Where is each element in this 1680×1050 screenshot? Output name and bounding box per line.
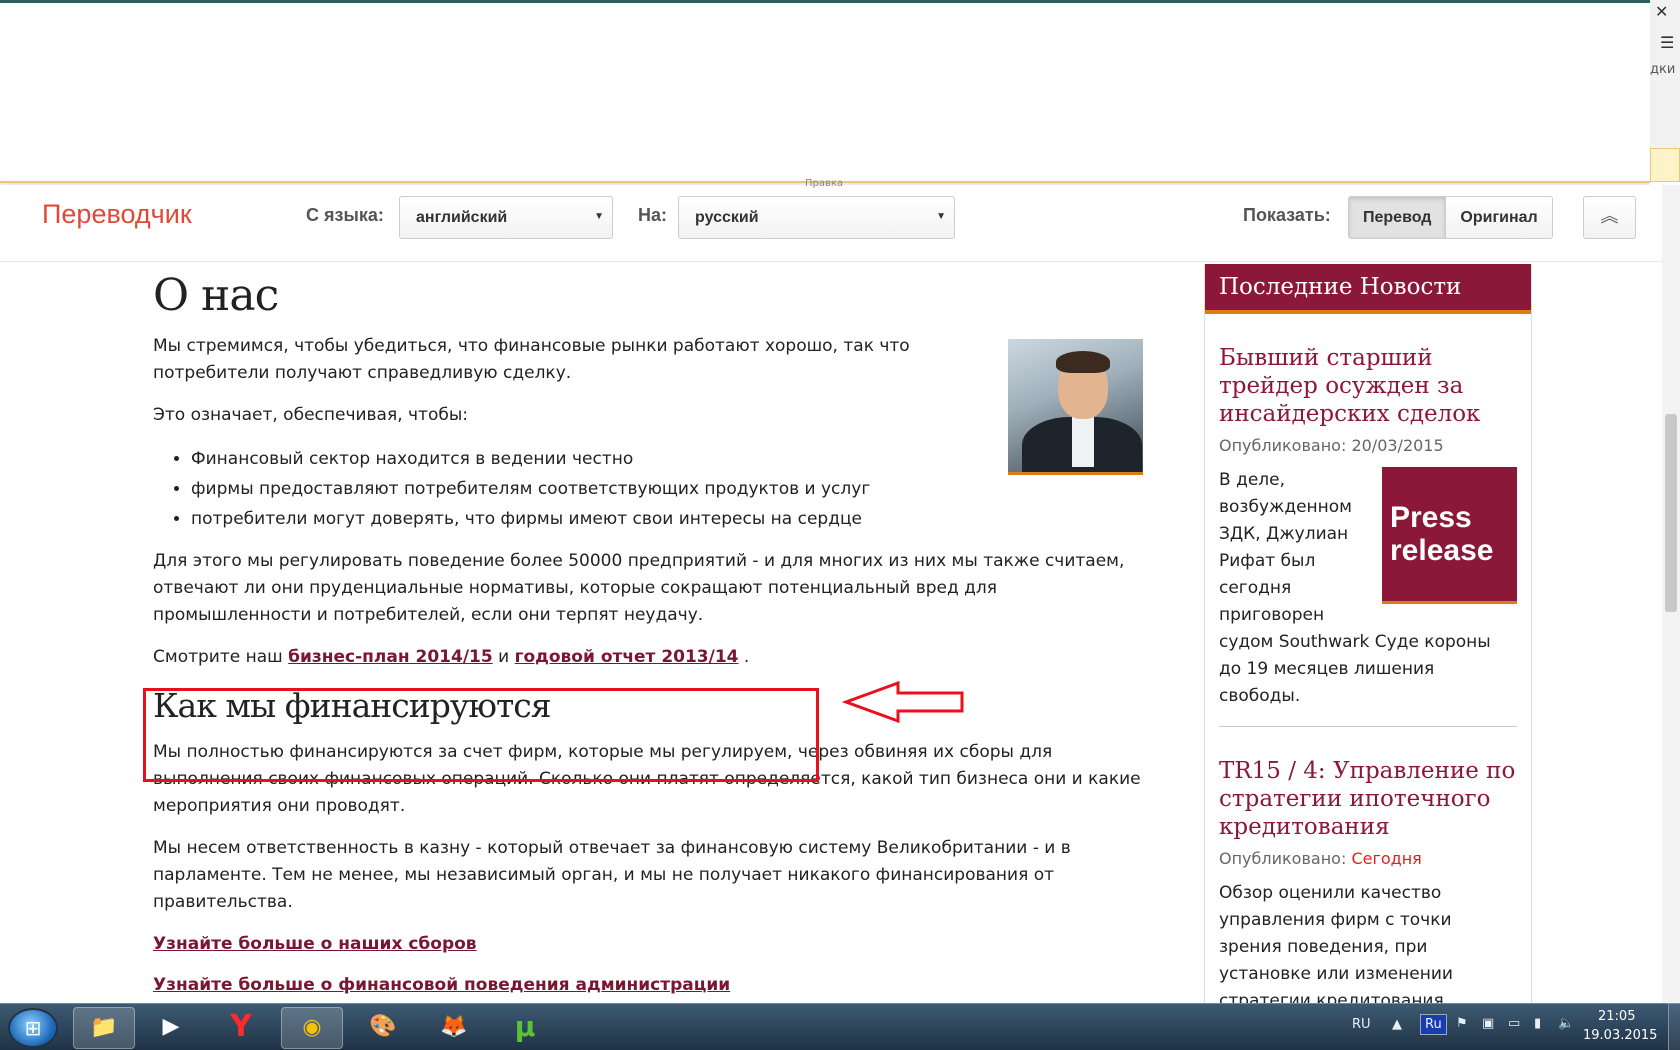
- sidebar-heading: Последние Новости: [1205, 264, 1531, 314]
- show-label: Показать:: [1243, 205, 1331, 225]
- firefox-app-icon[interactable]: 🦊: [423, 1007, 485, 1049]
- main-content: О нас Мы стремимся, чтобы убедиться, что…: [153, 270, 1143, 1014]
- translator-bar: Переводчик С языка: английский ▼ На: рус…: [0, 185, 1680, 262]
- annotation-arrow-icon: [841, 680, 964, 724]
- notification-tab: [1650, 148, 1680, 182]
- annual-report-link[interactable]: годовой отчет 2013/14: [515, 647, 739, 667]
- businessman-photo: [1008, 339, 1143, 475]
- press-release-badge[interactable]: Press release: [1382, 467, 1517, 604]
- show-desktop-button[interactable]: [1668, 1003, 1680, 1050]
- news-title-link[interactable]: TR15 / 4: Управление по стратегии ипотеч…: [1219, 757, 1517, 841]
- windows-start-icon[interactable]: ⊞: [8, 1008, 58, 1048]
- news-item: TR15 / 4: Управление по стратегии ипотеч…: [1205, 757, 1531, 1015]
- admin-link[interactable]: Узнайте больше о финансовой поведения ад…: [153, 975, 730, 995]
- see-suffix: .: [743, 647, 750, 667]
- goals-list: Финансовый сектор находится в ведении че…: [191, 444, 1143, 534]
- chrome-app-icon[interactable]: ◉: [281, 1007, 343, 1049]
- keyboard-layout-indicator[interactable]: Ru: [1420, 1014, 1447, 1035]
- news-title-link[interactable]: Бывший старший трейдер осужден за инсайд…: [1219, 344, 1517, 428]
- annotation-highlight-box: [143, 688, 819, 782]
- clock-date[interactable]: 19.03.2015: [1583, 1028, 1657, 1043]
- see-paragraph: Смотрите наш бизнес-план 2014/15 и годов…: [153, 644, 1143, 671]
- clock-time[interactable]: 21:05: [1598, 1009, 1635, 1024]
- explorer-app-icon[interactable]: 📁: [73, 1007, 135, 1049]
- hidden-menu-text: Правка: [805, 178, 844, 189]
- news-item: Бывший старший трейдер осужден за инсайд…: [1205, 344, 1531, 727]
- device-icon[interactable]: ▣: [1482, 1016, 1494, 1031]
- regulate-paragraph: Для этого мы регулировать поведение боле…: [153, 551, 1125, 625]
- list-item: фирмы предоставляют потребителям соответ…: [191, 474, 1143, 504]
- list-item: Финансовый сектор находится в ведении че…: [191, 444, 1143, 474]
- list-item: потребители могут доверять, что фирмы им…: [191, 504, 1143, 534]
- to-language-label: На:: [638, 205, 668, 225]
- published-label: Опубликовано:: [1219, 849, 1347, 868]
- blank-panel: [0, 3, 1650, 183]
- from-language-label: С языка:: [306, 205, 384, 225]
- scrollbar-thumb[interactable]: [1665, 414, 1677, 612]
- dropdown-arrow-icon: ▼: [936, 211, 946, 222]
- badge-line: Press: [1390, 501, 1472, 534]
- business-plan-link[interactable]: бизнес-план 2014/15: [288, 647, 493, 667]
- fees-link-row: Узнайте больше о наших сборов: [153, 931, 1143, 958]
- media-player-app-icon[interactable]: ▶: [140, 1007, 202, 1049]
- from-language-value: английский: [416, 209, 508, 226]
- published-date: 20/03/2015: [1351, 436, 1444, 455]
- see-prefix: Смотрите наш: [153, 647, 283, 667]
- published-label: Опубликовано:: [1219, 436, 1347, 455]
- chevrons-up-icon[interactable]: ︽: [1583, 196, 1636, 239]
- divider: [1219, 726, 1517, 727]
- yandex-app-icon[interactable]: Y: [210, 1007, 272, 1049]
- flag-icon[interactable]: ⚑: [1456, 1016, 1468, 1031]
- menu-icon[interactable]: ☰: [1660, 33, 1674, 52]
- see-and: и: [498, 647, 510, 667]
- accountable-paragraph: Мы несем ответственность в казну - котор…: [153, 838, 1071, 912]
- bookmarks-fragment[interactable]: дки: [1650, 62, 1675, 77]
- fees-link[interactable]: Узнайте больше о наших сборов: [153, 934, 477, 954]
- published-date: Сегодня: [1351, 849, 1422, 868]
- to-language-value: русский: [695, 209, 759, 226]
- utorrent-app-icon[interactable]: µ: [494, 1007, 556, 1049]
- language-indicator[interactable]: RU: [1352, 1017, 1371, 1032]
- badge-line: release: [1390, 534, 1494, 567]
- original-button[interactable]: Оригинал: [1446, 197, 1552, 238]
- admin-link-row: Узнайте больше о финансовой поведения ад…: [153, 972, 1143, 999]
- news-sidebar: Последние Новости Бывший старший трейдер…: [1204, 264, 1532, 1011]
- signal-icon[interactable]: ▮: [1534, 1016, 1541, 1031]
- to-language-select[interactable]: русский ▼: [678, 196, 955, 239]
- view-toggle: Перевод Оригинал: [1348, 196, 1553, 239]
- page-title: О нас: [153, 270, 279, 321]
- translator-title[interactable]: Переводчик: [42, 199, 192, 230]
- close-icon[interactable]: ✕: [1655, 2, 1668, 21]
- news-meta: Опубликовано: 20/03/2015: [1219, 436, 1517, 455]
- volume-icon[interactable]: 🔈: [1558, 1016, 1574, 1031]
- translation-button[interactable]: Перевод: [1349, 197, 1447, 238]
- intro-paragraph: Мы стремимся, чтобы убедиться, что финан…: [153, 336, 910, 383]
- means-paragraph: Это означает, обеспечивая, чтобы:: [153, 405, 468, 425]
- monitor-icon[interactable]: ▭: [1508, 1016, 1520, 1031]
- news-body: Обзор оценили качество управления фирм с…: [1219, 883, 1453, 1011]
- news-meta: Опубликовано: Сегодня: [1219, 849, 1517, 868]
- tray-up-arrow-icon[interactable]: ▲: [1392, 1017, 1402, 1032]
- from-language-select[interactable]: английский ▼: [399, 196, 613, 239]
- dropdown-arrow-icon: ▼: [594, 211, 604, 222]
- paint-app-icon[interactable]: 🎨: [352, 1007, 414, 1049]
